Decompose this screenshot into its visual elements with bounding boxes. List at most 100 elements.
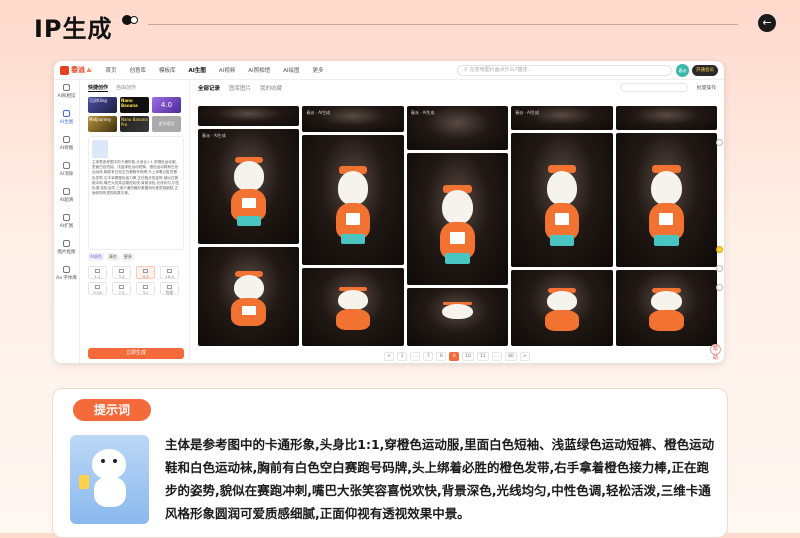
- sidebar-item-label: AI修图: [59, 146, 74, 151]
- sidebar-item-label: AI超清: [59, 198, 74, 203]
- result-image[interactable]: 春派 · AI生成: [198, 129, 300, 244]
- app-screenshot: 春派 Ai 首页 创意库 模板库 AI生图 AI视频 AI照相馆 AI绘图 更多 ⚲ 在想用图片…: [54, 61, 724, 363]
- page-button[interactable]: >: [519, 352, 530, 361]
- ratio-option[interactable]: 4:3: [136, 266, 155, 279]
- prompt-textarea[interactable]: 主体是参考图中的卡通形象,头身比1:1,穿橙色运动服,里面白色短袖、浅蓝绿色运动…: [88, 136, 184, 250]
- sidebar-item[interactable]: AI照相馆: [54, 80, 79, 106]
- search-input[interactable]: ⚲ 在想用图片画点什么?描述…: [457, 64, 672, 76]
- batch-button[interactable]: 批量操作: [697, 84, 716, 91]
- nav-item[interactable]: 更多: [313, 66, 324, 74]
- avatar[interactable]: 春派: [676, 63, 689, 77]
- nav-item[interactable]: AI绘图: [283, 66, 299, 74]
- model-nano-banana[interactable]: Nano Banana: [120, 97, 149, 113]
- ratio-label: 3:4: [118, 274, 125, 279]
- page-button[interactable]: ...: [491, 352, 503, 361]
- result-image[interactable]: [511, 133, 613, 267]
- nav-item[interactable]: 创意库: [129, 66, 146, 74]
- ratio-icon: [119, 285, 124, 289]
- ratio-option[interactable]: 2:3: [112, 282, 131, 295]
- nav-item[interactable]: AI视频: [219, 66, 235, 74]
- tab-favorites[interactable]: 我的收藏: [260, 84, 282, 92]
- tab-free-create[interactable]: 自由创作: [116, 84, 136, 92]
- result-image[interactable]: 春派 · AI生成: [511, 106, 613, 130]
- ratio-option[interactable]: 16:9: [160, 266, 179, 279]
- nav-item[interactable]: AI生图: [189, 66, 206, 74]
- panel-tabs: 快捷创作 自由创作: [88, 84, 184, 92]
- results-search-input[interactable]: [619, 83, 688, 92]
- back-arrow-icon[interactable]: ←: [758, 14, 776, 32]
- header-divider: [148, 24, 738, 25]
- sidebar-item[interactable]: AI消除: [54, 158, 79, 184]
- result-image[interactable]: 春派 · AI生成: [406, 106, 509, 150]
- nav-list: 首页 创意库 模板库 AI生图 AI视频 AI照相馆 AI绘图 更多: [105, 66, 336, 74]
- page-button[interactable]: 9: [449, 352, 460, 361]
- clear-button[interactable]: 清空: [106, 253, 119, 261]
- tab-all-records[interactable]: 全部记录: [198, 84, 220, 92]
- result-image[interactable]: [302, 268, 404, 346]
- page-button[interactable]: <: [384, 352, 394, 361]
- nav-item[interactable]: 首页: [105, 66, 116, 74]
- help-icon[interactable]: 帮助: [710, 344, 721, 361]
- tool-info-icon[interactable]: [716, 284, 723, 291]
- generate-button[interactable]: 立即生成: [88, 348, 184, 359]
- nav-item[interactable]: AI照相馆: [248, 66, 270, 74]
- toggle-icon[interactable]: [122, 15, 140, 25]
- result-image[interactable]: [615, 106, 718, 130]
- result-image[interactable]: [511, 270, 613, 346]
- model-nano-banana-pro[interactable]: Nano Banana Pro: [120, 116, 149, 132]
- model-midjourney[interactable]: Midjourney: [88, 116, 117, 132]
- logo-icon: [60, 65, 69, 75]
- mascot-image: [70, 435, 149, 524]
- result-image[interactable]: 春派 · AI生成: [302, 106, 404, 132]
- page-button[interactable]: ...: [410, 352, 421, 361]
- tool-dot-icon[interactable]: [716, 139, 723, 146]
- result-image[interactable]: [406, 153, 509, 285]
- watermark: 春派 · AI生成: [410, 110, 435, 115]
- font-icon: [63, 266, 70, 273]
- results-tabs: 全部记录 图库图片 我的收藏 批量操作: [194, 80, 716, 95]
- result-image[interactable]: [615, 270, 718, 346]
- sidebar-item[interactable]: AI生图: [54, 106, 79, 132]
- ratio-option[interactable]: 9:16: [88, 282, 107, 295]
- page-button[interactable]: 11: [477, 352, 489, 361]
- polish-button[interactable]: AI润色: [88, 253, 104, 261]
- page-button[interactable]: 80: [505, 352, 517, 361]
- model-4[interactable]: 4.0: [152, 97, 181, 113]
- result-image[interactable]: [302, 135, 404, 265]
- page-button[interactable]: 8: [436, 352, 447, 361]
- sidebar-item[interactable]: AI修图: [54, 132, 79, 158]
- tool-refresh-icon[interactable]: [716, 265, 723, 272]
- watermark: 春派 · AI生成: [202, 133, 226, 138]
- page-button[interactable]: 10: [462, 352, 475, 361]
- sidebar-item[interactable]: 图片抠图: [54, 236, 79, 262]
- sidebar-item-label: AI消除: [59, 172, 74, 177]
- result-image[interactable]: [198, 106, 300, 126]
- ratio-option[interactable]: 1:1: [88, 266, 107, 279]
- reference-image[interactable]: [92, 140, 108, 158]
- result-image[interactable]: [406, 288, 509, 346]
- model-more[interactable]: 更多模型: [152, 116, 181, 132]
- tab-gallery[interactable]: 图库图片: [229, 84, 251, 92]
- sidebar-item[interactable]: AI扩图: [54, 210, 79, 236]
- sidebar-item-label: AI扩图: [59, 224, 74, 229]
- vip-button[interactable]: 开通会员: [692, 64, 718, 76]
- result-image[interactable]: [198, 247, 300, 346]
- page-button[interactable]: 1: [397, 352, 407, 361]
- page-button[interactable]: 7: [423, 352, 434, 361]
- sidebar-item-label: AI照相馆: [57, 94, 76, 99]
- page-title: IP生成: [34, 15, 113, 43]
- nav-item[interactable]: 模板库: [159, 66, 176, 74]
- app-logo[interactable]: 春派 Ai: [60, 65, 91, 75]
- sidebar-item[interactable]: Aa 字体库: [54, 262, 79, 288]
- model-kling[interactable]: 可灵Kling: [88, 97, 117, 113]
- result-image[interactable]: [615, 133, 718, 267]
- ratio-option[interactable]: 智能: [160, 282, 179, 295]
- tab-quick-create[interactable]: 快捷创作: [88, 84, 109, 92]
- more-button[interactable]: 更多: [121, 253, 134, 261]
- ratio-option[interactable]: 3:4: [112, 266, 131, 279]
- ratio-option[interactable]: 3:2: [136, 282, 155, 295]
- tool-yellow-icon[interactable]: [716, 246, 723, 253]
- sidebar-item[interactable]: AI超清: [54, 184, 79, 210]
- ratio-grid: 1:1 3:4 4:3 16:9 9:16 2:3 3:2 智能: [88, 266, 184, 295]
- watermark: 春派 · AI生成: [515, 110, 539, 115]
